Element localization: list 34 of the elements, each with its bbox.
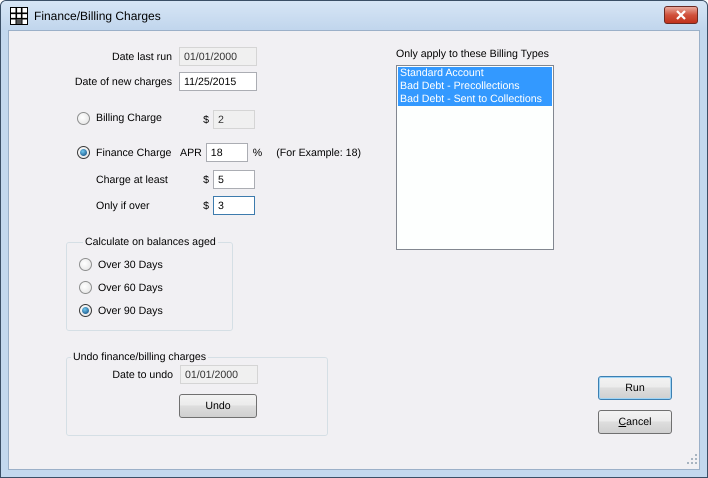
hint-text: (For Example: 18) [276,146,361,158]
radio-label[interactable]: Over 60 Days [98,282,163,294]
radio-label[interactable]: Over 30 Days [98,258,163,270]
grid-icon [10,6,28,24]
prefix-label: $ [202,114,209,126]
group-title: Undo finance/billing charges [72,351,208,363]
window-title: Finance/Billing Charges [34,8,161,22]
text-field[interactable]: 18 [206,143,248,162]
list-title: Only apply to these Billing Types [396,48,550,60]
text-field[interactable]: 5 [213,170,255,189]
dialog-button[interactable]: Run [598,376,672,400]
radio-button[interactable] [79,258,92,271]
radio-label[interactable]: Over 90 Days [98,304,163,316]
group-title: Calculate on balances aged [84,236,217,248]
close-button[interactable] [664,6,698,24]
field-label: Date last run [110,50,172,62]
undo-button[interactable]: Undo [179,394,257,418]
prefix-label: $ [202,200,209,212]
text-field[interactable]: 11/25/2015 [179,72,257,91]
field-label: Charge at least [96,174,169,186]
radio-label[interactable]: Finance Charge [96,146,172,158]
unit-label: % [252,146,262,158]
field-label: Date of new charges [74,76,172,88]
text-field[interactable]: 3 [213,196,255,215]
field-label: Date to undo [111,368,173,380]
prefix-label: $ [202,174,209,186]
prefix-label: APR [180,146,202,158]
radio-button[interactable] [77,146,90,159]
field-label: Only if over [96,200,151,212]
resize-grip-icon[interactable] [687,454,697,464]
dialog-button[interactable]: Cancel [598,410,672,434]
close-icon [675,10,687,20]
radio-button[interactable] [79,281,92,294]
radio-button[interactable] [79,304,92,317]
